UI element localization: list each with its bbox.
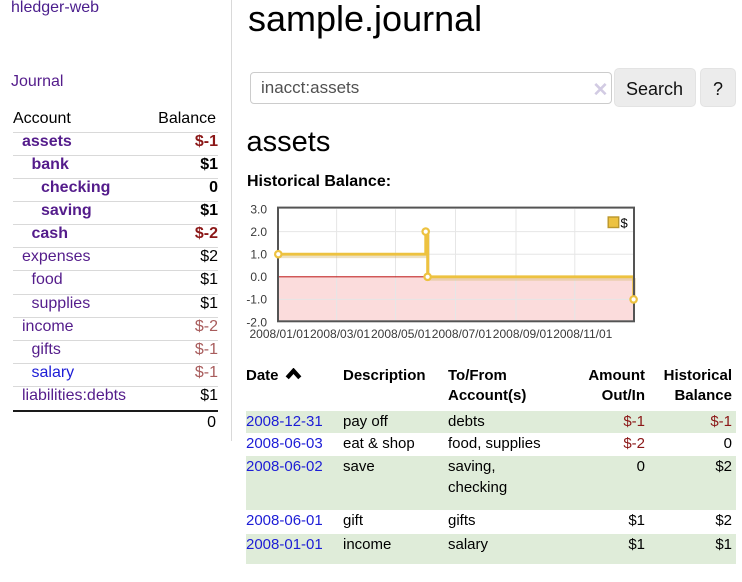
svg-text:2008/09/01: 2008/09/01 (493, 327, 553, 341)
svg-text:1.0: 1.0 (250, 248, 267, 262)
svg-text:2008/05/01: 2008/05/01 (371, 327, 431, 341)
svg-text:2008/11/01: 2008/11/01 (553, 327, 612, 341)
svg-text:2008/07/01: 2008/07/01 (432, 327, 492, 341)
svg-text:2008/03/01: 2008/03/01 (310, 327, 370, 341)
svg-text:2008/01/01: 2008/01/01 (250, 327, 310, 341)
svg-text:-1.0: -1.0 (246, 293, 267, 307)
svg-text:3.0: 3.0 (250, 202, 267, 216)
svg-text:$: $ (621, 216, 629, 231)
svg-text:2.0: 2.0 (250, 225, 267, 239)
svg-text:0.0: 0.0 (250, 270, 267, 284)
